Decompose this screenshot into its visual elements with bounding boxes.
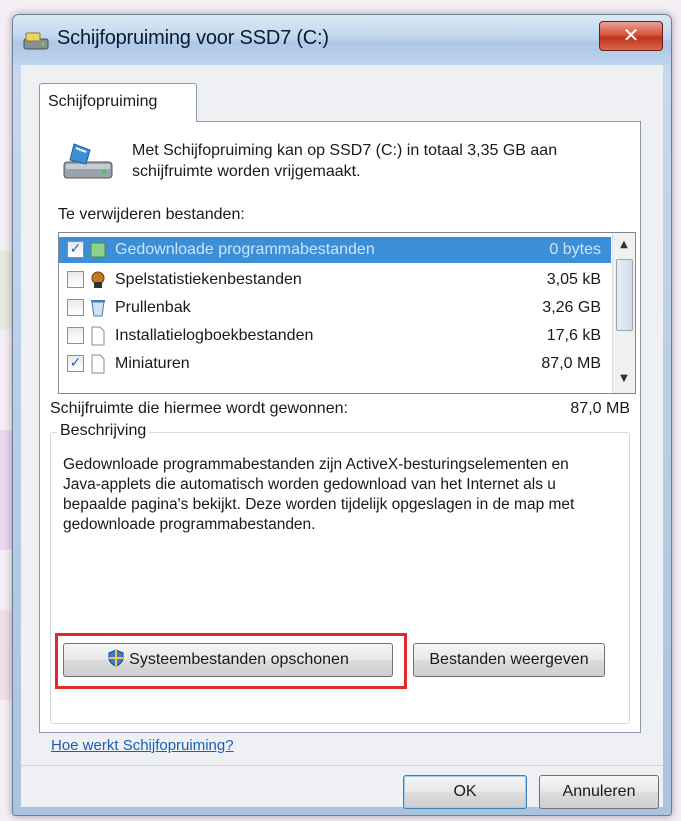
intro-text: Met Schijfopruiming kan op SSD7 (C:) in … xyxy=(132,142,558,180)
description-legend: Beschrijving xyxy=(57,422,150,440)
space-gained-label: Schijfruimte die hiermee wordt gewonnen: xyxy=(50,400,348,417)
file-size: 87,0 MB xyxy=(541,355,601,372)
clean-system-files-button[interactable]: Systeembestanden opschonen xyxy=(63,643,393,677)
file-size: 17,6 kB xyxy=(546,327,601,344)
file-icon xyxy=(91,354,105,374)
view-files-button[interactable]: Bestanden weergeven xyxy=(413,643,605,677)
recycle-bin-icon xyxy=(91,300,105,317)
file-name: Installatielogboekbestanden xyxy=(115,327,314,344)
checkbox[interactable]: ✓ xyxy=(67,241,84,258)
space-gained-value: 87,0 MB xyxy=(570,400,630,417)
checkbox[interactable] xyxy=(67,271,84,288)
list-item[interactable]: Prullenbak 3,26 GB xyxy=(59,295,611,321)
games-icon xyxy=(91,271,105,288)
description-text: Gedownloade programmabestanden zijn Acti… xyxy=(63,456,575,533)
uac-shield-icon xyxy=(108,649,124,667)
checkbox[interactable] xyxy=(67,299,84,316)
cancel-button[interactable]: Annuleren xyxy=(539,775,659,809)
scroll-up-icon[interactable]: ▲ xyxy=(615,235,633,255)
disk-cleanup-icon xyxy=(23,32,49,50)
file-name: Gedownloade programmabestanden xyxy=(115,241,375,258)
drive-cleanup-icon xyxy=(63,143,113,179)
scroll-down-icon[interactable]: ▼ xyxy=(615,369,633,389)
file-name: Prullenbak xyxy=(115,299,191,316)
files-list[interactable]: ✓ Gedownloade programmabestanden 0 bytes… xyxy=(58,232,636,394)
list-item[interactable]: ✓ Gedownloade programmabestanden 0 bytes xyxy=(59,237,611,263)
checkbox[interactable] xyxy=(67,327,84,344)
folder-icon xyxy=(90,242,106,258)
file-name: Miniaturen xyxy=(115,355,190,372)
vertical-scrollbar[interactable]: ▲ ▼ xyxy=(612,233,635,393)
footer-separator xyxy=(21,765,663,766)
checkbox[interactable]: ✓ xyxy=(67,355,84,372)
list-item[interactable]: ✓ Miniaturen 87,0 MB xyxy=(59,351,611,377)
files-to-delete-label: Te verwijderen bestanden: xyxy=(58,206,245,223)
file-name: Spelstatistiekenbestanden xyxy=(115,271,302,288)
file-icon xyxy=(91,326,105,346)
window-title: Schijfopruiming voor SSD7 (C:) xyxy=(57,27,329,49)
file-size: 0 bytes xyxy=(549,241,601,258)
close-button[interactable]: ✕ xyxy=(599,21,663,51)
clean-system-files-label: Systeembestanden opschonen xyxy=(129,651,349,668)
scroll-thumb[interactable] xyxy=(616,259,633,331)
file-size: 3,26 GB xyxy=(542,299,601,316)
help-link[interactable]: Hoe werkt Schijfopruiming? xyxy=(51,737,234,754)
tab-label: Schijfopruiming xyxy=(48,93,158,110)
ok-button[interactable]: OK xyxy=(403,775,527,809)
disk-cleanup-window: Schijfopruiming voor SSD7 (C:) ✕ Schijfo… xyxy=(12,14,672,816)
tab-disk-cleanup[interactable]: Schijfopruiming xyxy=(39,83,197,122)
tab-panel: Met Schijfopruiming kan op SSD7 (C:) in … xyxy=(39,121,641,733)
list-item[interactable]: Installatielogboekbestanden 17,6 kB xyxy=(59,323,611,349)
dialog-client-area: Schijfopruiming Met Schijfopruiming kan … xyxy=(21,65,663,809)
file-size: 3,05 kB xyxy=(546,271,601,288)
title-bar[interactable]: Schijfopruiming voor SSD7 (C:) ✕ xyxy=(13,15,671,65)
description-group: Beschrijving Gedownloade programmabestan… xyxy=(50,422,630,724)
list-item[interactable]: Spelstatistiekenbestanden 3,05 kB xyxy=(59,267,611,293)
